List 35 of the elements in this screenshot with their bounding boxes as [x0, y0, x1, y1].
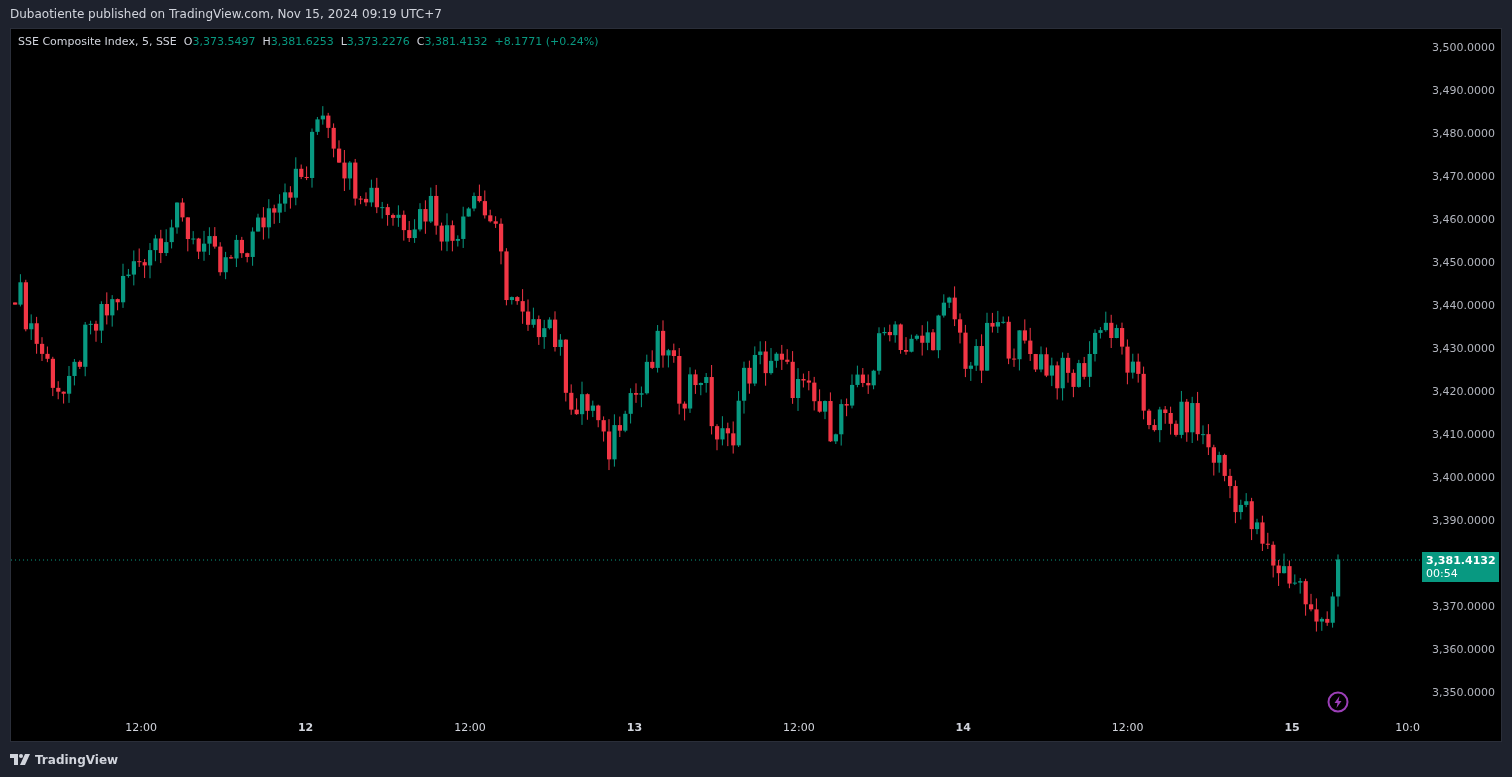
ohlc-value: H3,381.6253: [262, 35, 334, 48]
price-tick: 3,450.0000: [1432, 256, 1495, 270]
symbol-name: SSE Composite Index, 5, SSE: [18, 35, 177, 48]
price-tick: 3,400.0000: [1432, 471, 1495, 485]
publish-info: Dubaotiente published on TradingView.com, Nov 15, 2024 09:19 UTC+7: [10, 7, 442, 21]
price-tick: 3,350.0000: [1432, 686, 1495, 700]
price-tick: 3,490.0000: [1432, 84, 1495, 98]
time-label: 13: [625, 721, 644, 734]
price-tick: 3,420.0000: [1432, 385, 1495, 399]
time-label: 10:0: [1395, 721, 1420, 734]
time-label: 12: [296, 721, 315, 734]
current-price-tag: 3,381.4132 00:54: [1422, 552, 1499, 582]
time-label: 12:00: [1110, 721, 1145, 734]
price-tick: 3,410.0000: [1432, 428, 1495, 442]
price-tick: 3,500.0000: [1432, 41, 1495, 55]
time-label: 12:00: [453, 721, 487, 734]
time-label: 14: [954, 721, 972, 734]
price-tick: 3,370.0000: [1432, 600, 1495, 614]
price-tick: 3,460.0000: [1432, 213, 1495, 227]
price-tick: 3,480.0000: [1432, 127, 1495, 141]
time-label: 15: [1283, 721, 1301, 734]
price-tick: 3,360.0000: [1432, 643, 1495, 657]
price-tick: 3,470.0000: [1432, 170, 1495, 184]
ohlc-value: L3,373.2276: [340, 35, 410, 48]
time-label: 12:00: [124, 721, 159, 734]
ohlc-value: C3,381.4132: [416, 35, 488, 48]
price-change: +8.1771 (+0.24%): [494, 35, 599, 48]
tradingview-logo-icon: [10, 754, 30, 765]
price-tick: 3,390.0000: [1432, 514, 1495, 528]
brand-name: TradingView: [35, 752, 119, 767]
ohlc-value: O3,373.5497: [183, 35, 256, 48]
price-tick: 3,440.0000: [1432, 299, 1495, 313]
lightning-icon[interactable]: [1327, 691, 1349, 713]
price-tick: 3,430.0000: [1432, 342, 1495, 356]
time-label: 12:00: [781, 721, 816, 734]
